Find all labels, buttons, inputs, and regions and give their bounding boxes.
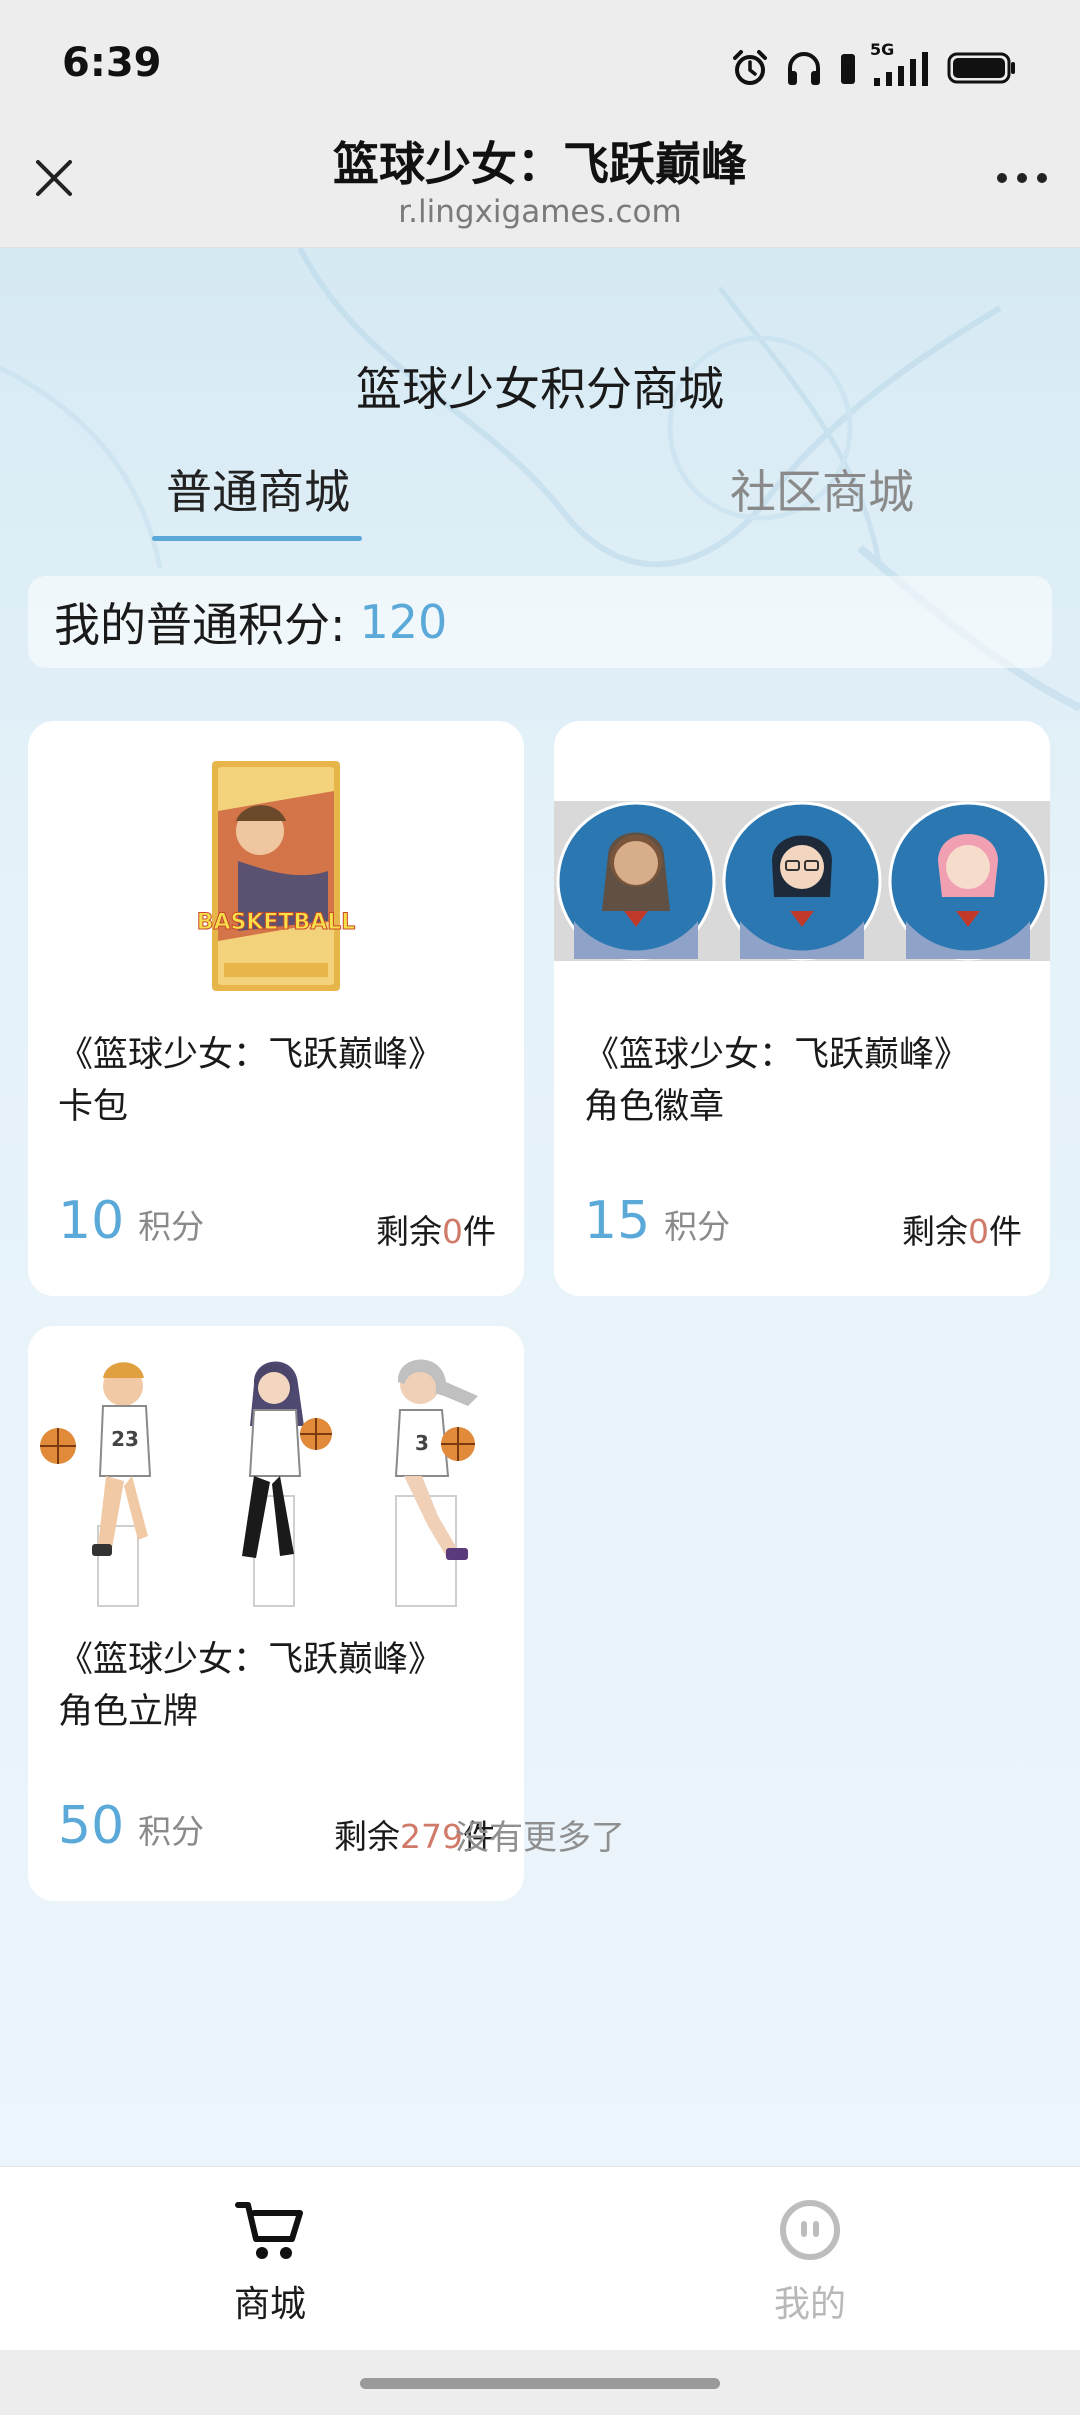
nav-label-mine: 我的 <box>773 2284 846 2325</box>
alarm-icon <box>730 48 770 88</box>
tab-community-shop[interactable]: 社区商城 <box>672 456 972 522</box>
more-icon <box>997 173 1047 183</box>
status-time: 6:39 <box>62 40 162 86</box>
active-tab-indicator <box>152 536 362 541</box>
title-bar: 篮球少女：飞跃巅峰 r.lingxigames.com <box>0 110 1080 248</box>
price-value: 15 <box>584 1191 651 1251</box>
stock-info: 剩余0件 <box>902 1212 1022 1251</box>
product-price: 10 积分 <box>58 1191 204 1251</box>
bottom-nav: 商城 我的 <box>0 2166 1080 2350</box>
stock-count: 0 <box>968 1212 989 1251</box>
home-indicator[interactable] <box>360 2378 720 2389</box>
svg-text:23: 23 <box>111 1427 139 1451</box>
more-button[interactable] <box>992 158 1052 198</box>
page-title: 篮球少女：飞跃巅峰 <box>333 137 747 191</box>
product-name: 《篮球少女：飞跃巅峰》 角色立牌 <box>58 1640 444 1732</box>
profile-icon <box>780 2200 840 2260</box>
product-badges[interactable]: 《篮球少女：飞跃巅峰》 角色徽章 15 积分 剩余0件 <box>554 721 1050 1296</box>
points-label: 我的普通积分: <box>54 598 346 652</box>
product-image-standees: 23 3 <box>40 1359 478 1607</box>
price-unit: 积分 <box>138 1207 205 1246</box>
status-icons: 5G <box>730 40 1018 90</box>
product-image-card-pack: BASKETBALL <box>196 761 356 991</box>
svg-text:BASKETBALL: BASKETBALL <box>197 910 356 935</box>
price-unit: 积分 <box>664 1207 731 1246</box>
points-bar: 我的普通积分: 120 <box>28 576 1052 668</box>
nav-item-shop[interactable]: 商城 <box>170 2195 370 2327</box>
shop-content[interactable]: 篮球少女积分商城 普通商城 社区商城 我的普通积分: 120 BASKETBAL… <box>0 248 1080 2168</box>
headphones-icon <box>784 48 824 88</box>
nav-label-shop: 商城 <box>233 2284 306 2325</box>
product-card-pack[interactable]: BASKETBALL 《篮球少女：飞跃巅峰》 卡包 10 积分 剩余0件 <box>28 721 524 1296</box>
shop-title: 篮球少女积分商城 <box>356 362 724 416</box>
product-image-badges <box>554 801 1050 961</box>
phone-icon <box>838 48 858 88</box>
svg-text:3: 3 <box>415 1431 429 1455</box>
nav-item-mine[interactable]: 我的 <box>710 2195 910 2327</box>
shop-tabs: 普通商城 社区商城 <box>0 456 1080 546</box>
product-name: 《篮球少女：飞跃巅峰》 角色徽章 <box>584 1035 970 1127</box>
price-value: 10 <box>58 1191 125 1251</box>
stock-info: 剩余0件 <box>376 1212 496 1251</box>
stock-count: 0 <box>442 1212 463 1251</box>
home-indicator-area <box>0 2350 1080 2415</box>
network-label: 5G <box>870 40 895 59</box>
points-value: 120 <box>359 595 448 649</box>
battery-icon <box>946 48 1018 88</box>
page-url: r.lingxigames.com <box>398 194 682 230</box>
tab-normal-shop[interactable]: 普通商城 <box>108 456 408 522</box>
product-price: 15 积分 <box>584 1191 730 1251</box>
no-more-text: 没有更多了 <box>455 1818 625 1858</box>
signal-icon: 5G <box>870 40 932 88</box>
product-name: 《篮球少女：飞跃巅峰》 卡包 <box>58 1035 444 1127</box>
cart-icon <box>235 2202 303 2259</box>
